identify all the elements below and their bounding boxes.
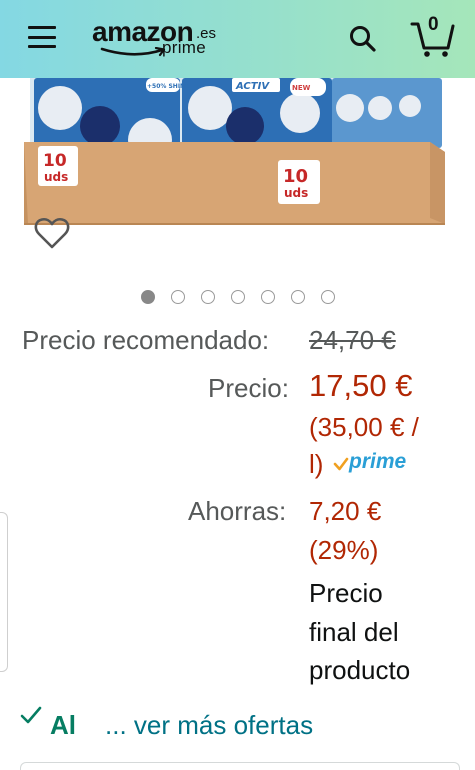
product-image[interactable]: ACTIV NEW +50% SHINE 10 uds 10 uds [0,78,475,268]
side-drawer-handle[interactable] [0,512,8,672]
box-label-left-unit: uds [44,170,68,184]
checkmark-icon [20,706,42,724]
pack-badge-text: +50% SHINE [147,83,189,90]
top-nav-bar: amazon .es prime 0 [0,0,475,78]
carousel-dot[interactable] [321,290,335,304]
carousel-dot[interactable] [291,290,305,304]
wishlist-heart-icon[interactable] [34,216,70,250]
logo-smile-icon [100,47,166,57]
image-carousel-dots [141,290,335,304]
price-label: Precio: [208,373,289,403]
prime-check-icon [333,457,349,471]
unit-price-line-1: (35,00 € / [309,412,419,442]
recommended-price-label: Precio recomendado: [22,325,270,355]
final-price-note-line-3: producto [309,655,411,685]
savings-label: Ahorras: [188,496,287,526]
savings-percent: (29%) [309,535,379,565]
amazon-logo[interactable]: amazon .es prime [92,16,222,62]
hamburger-menu-icon[interactable] [28,26,56,48]
box-label-right-number: 10 [283,166,308,187]
price-value: 17,50 € [309,368,413,403]
cart-button[interactable]: 0 [410,14,456,58]
carousel-dot[interactable] [231,290,245,304]
carousel-dot[interactable] [141,290,155,304]
prime-text: prime [349,450,407,473]
cart-count-badge: 0 [428,14,439,35]
recommended-price-value: 24,70 € [309,325,396,355]
search-icon[interactable] [348,24,378,54]
pack-brand-text: ACTIV [235,81,270,92]
unit-price-line-2: l) [309,449,324,479]
carousel-dot[interactable] [261,290,275,304]
carousel-dot[interactable] [171,290,185,304]
final-price-note-line-2: final del [309,617,399,647]
final-price-note-line-1: Precio [309,578,383,608]
carousel-dot[interactable] [201,290,215,304]
box-label-right-unit: uds [284,186,308,200]
bottom-card-edge [20,762,460,770]
more-offers-link[interactable]: ... ver más ofertas [105,710,313,741]
availability-status: Al [50,710,76,740]
box-label-left-number: 10 [43,151,67,171]
pack-new-text: NEW [292,84,311,92]
logo-prime-text: prime [162,38,207,57]
savings-value: 7,20 € [309,496,382,526]
